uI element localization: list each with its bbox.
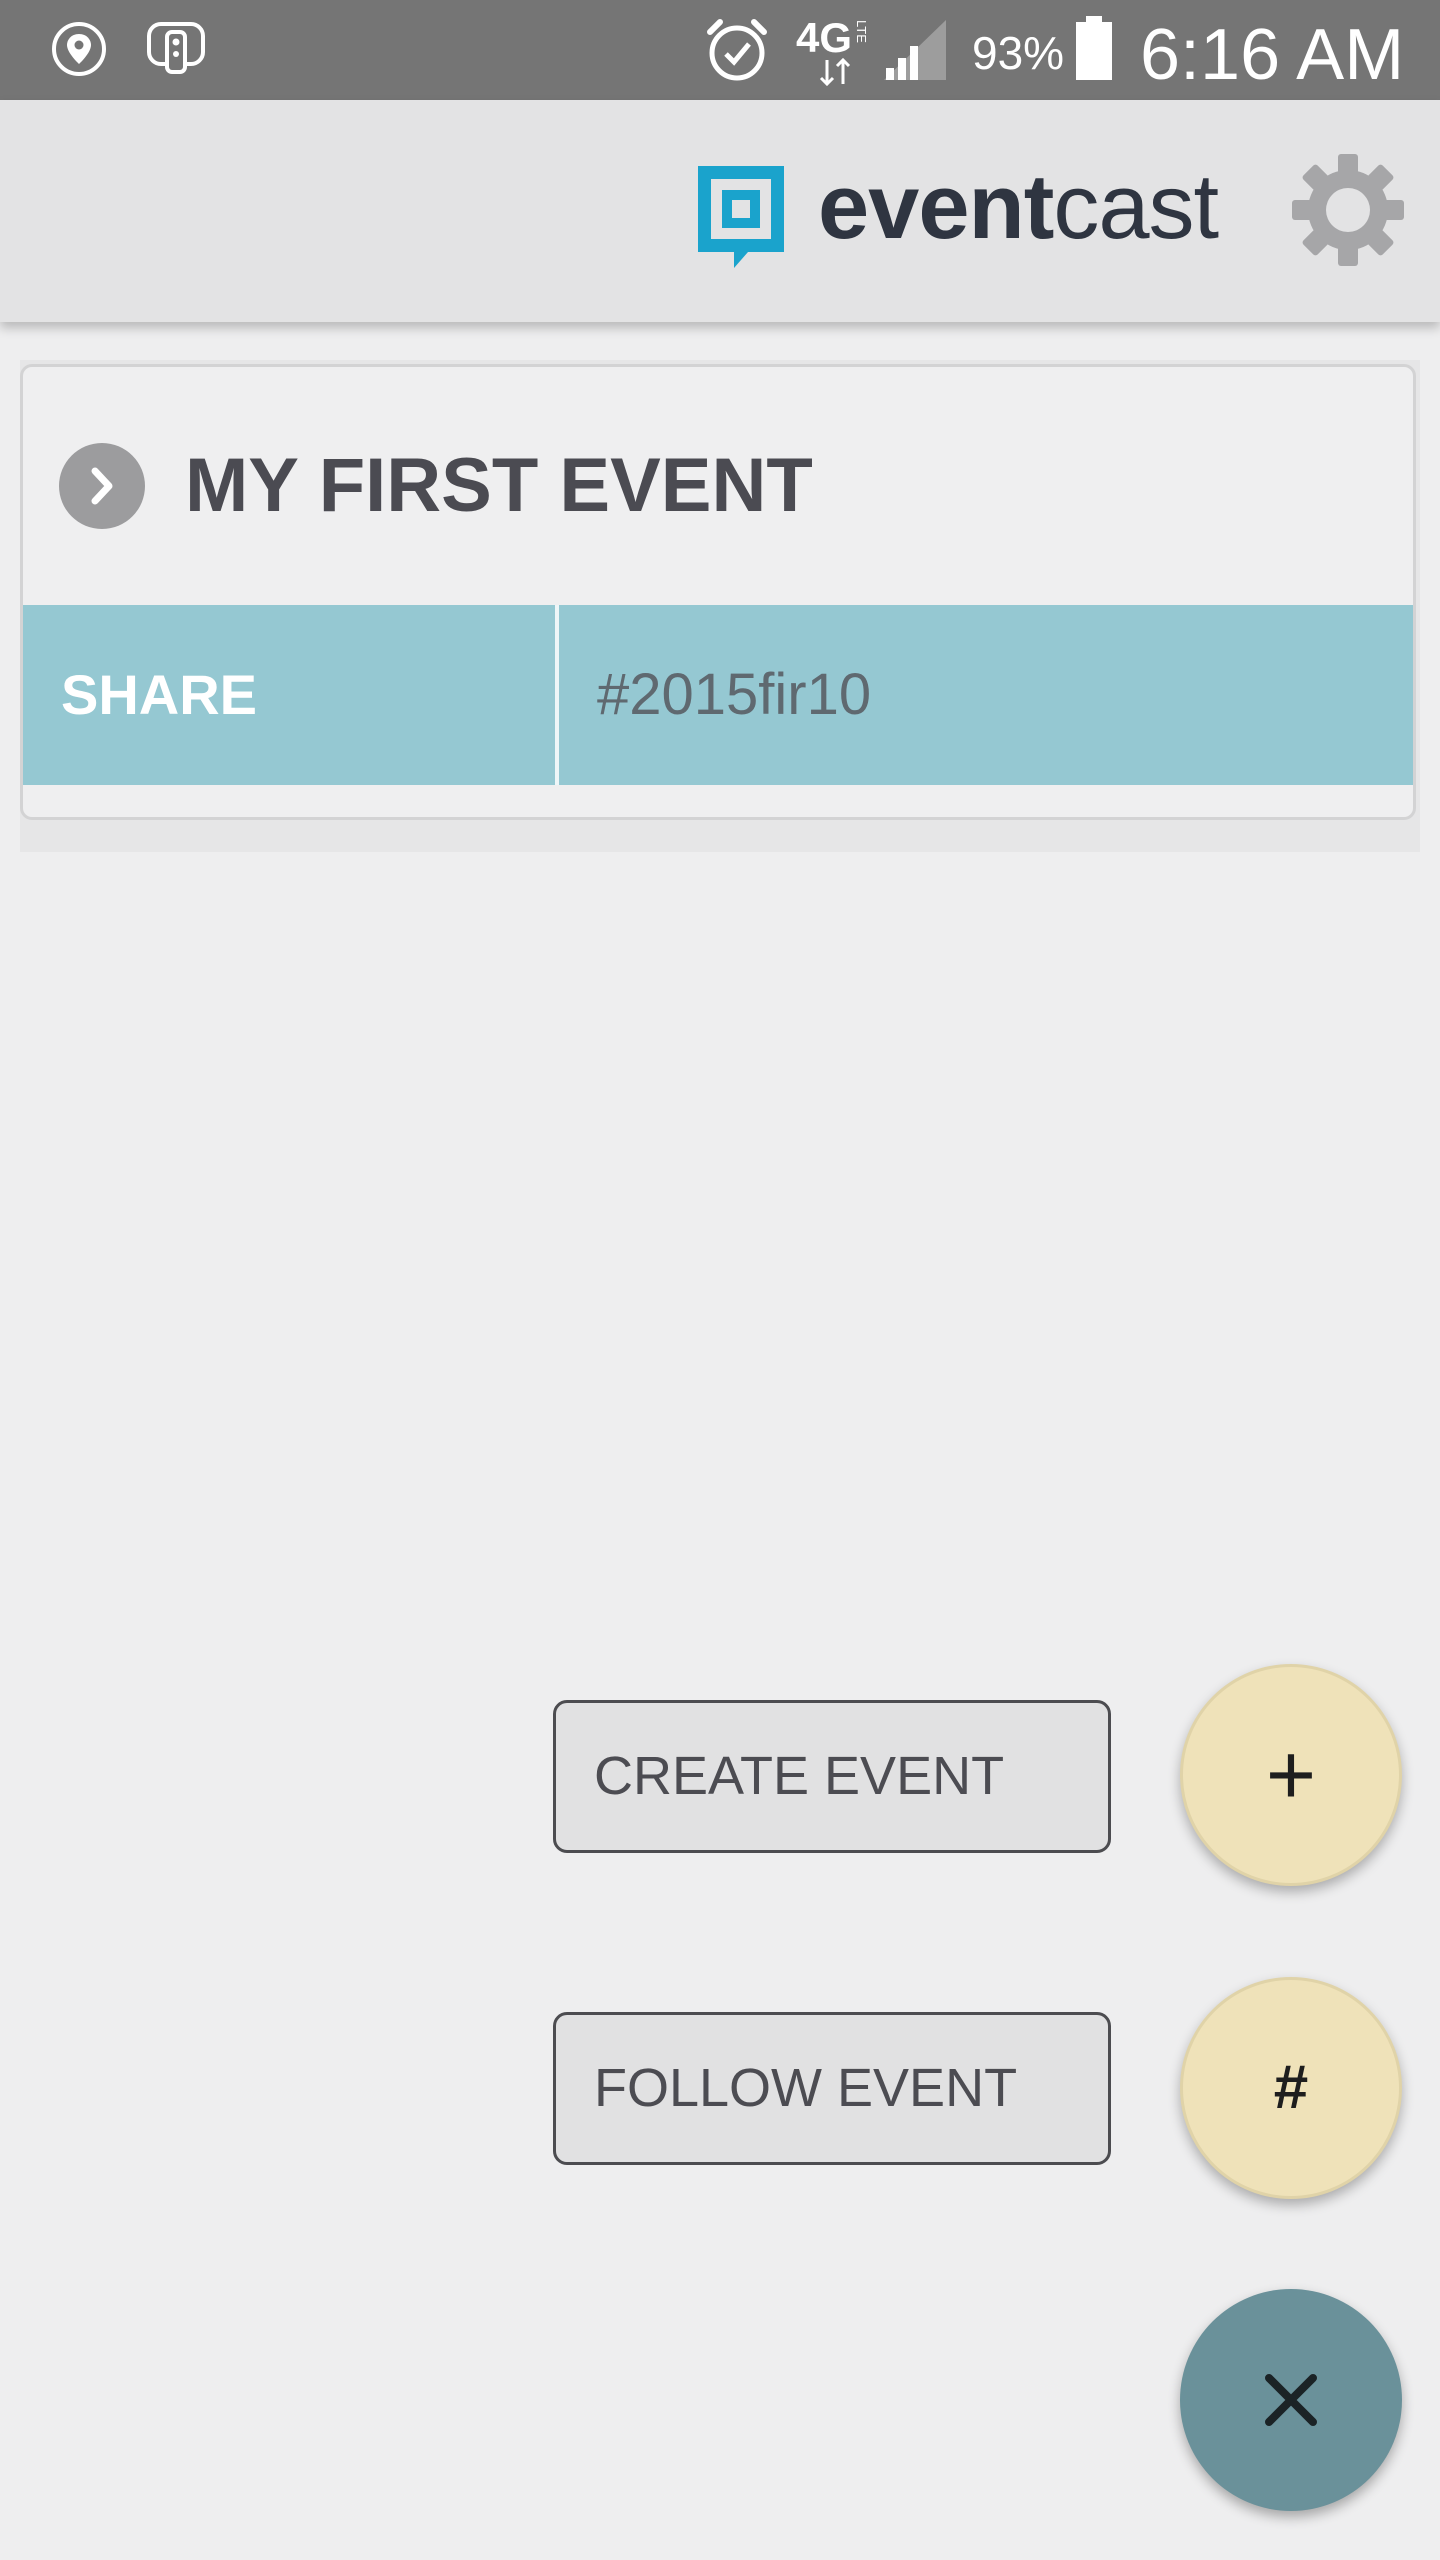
share-row[interactable]: SHARE #2015fir10 [23, 605, 1413, 785]
event-hashtag[interactable]: #2015fir10 [597, 605, 871, 785]
logo-bold-text: event [818, 156, 1054, 258]
share-button[interactable]: SHARE [61, 605, 257, 785]
create-event-label[interactable]: CREATE EVENT [553, 1700, 1111, 1853]
event-title: MY FIRST EVENT [185, 443, 813, 528]
share-divider [555, 605, 559, 785]
expand-event-button[interactable] [59, 443, 145, 529]
follow-event-label[interactable]: FOLLOW EVENT [553, 2012, 1111, 2165]
network-label: 4G [796, 14, 853, 61]
logo-light-text: cast [1053, 156, 1219, 258]
hashtag-icon: # [1273, 2053, 1309, 2122]
settings-button[interactable] [1290, 152, 1406, 268]
clock: 6:16 AM [1140, 15, 1405, 95]
battery-icon [1076, 16, 1112, 80]
remote-icon [147, 22, 205, 74]
app-bar: eventcast [0, 100, 1440, 322]
plus-icon: + [1265, 1727, 1317, 1823]
create-event-button[interactable]: + [1180, 1664, 1402, 1886]
battery-percent: 93% [972, 27, 1065, 79]
location-pin-icon [52, 22, 106, 76]
event-card[interactable]: MY FIRST EVENT SHARE #2015fir10 [20, 364, 1416, 820]
signal-icon [884, 20, 946, 80]
close-speed-dial-button[interactable] [1180, 2289, 1402, 2511]
follow-event-button[interactable]: # [1180, 1977, 1402, 2199]
alarm-icon [707, 19, 767, 81]
gear-icon [1292, 154, 1404, 266]
network-sub-label: LTE [854, 20, 869, 43]
status-bar: 4G LTE 93% 6:16 AM [0, 0, 1440, 100]
app-logo-text: eventcast [818, 152, 1219, 262]
network-4g-lte-icon: 4G LTE [796, 14, 876, 86]
eventcast-logo-icon [698, 166, 784, 268]
close-icon [1265, 2374, 1317, 2426]
chevron-right-icon [91, 467, 113, 505]
